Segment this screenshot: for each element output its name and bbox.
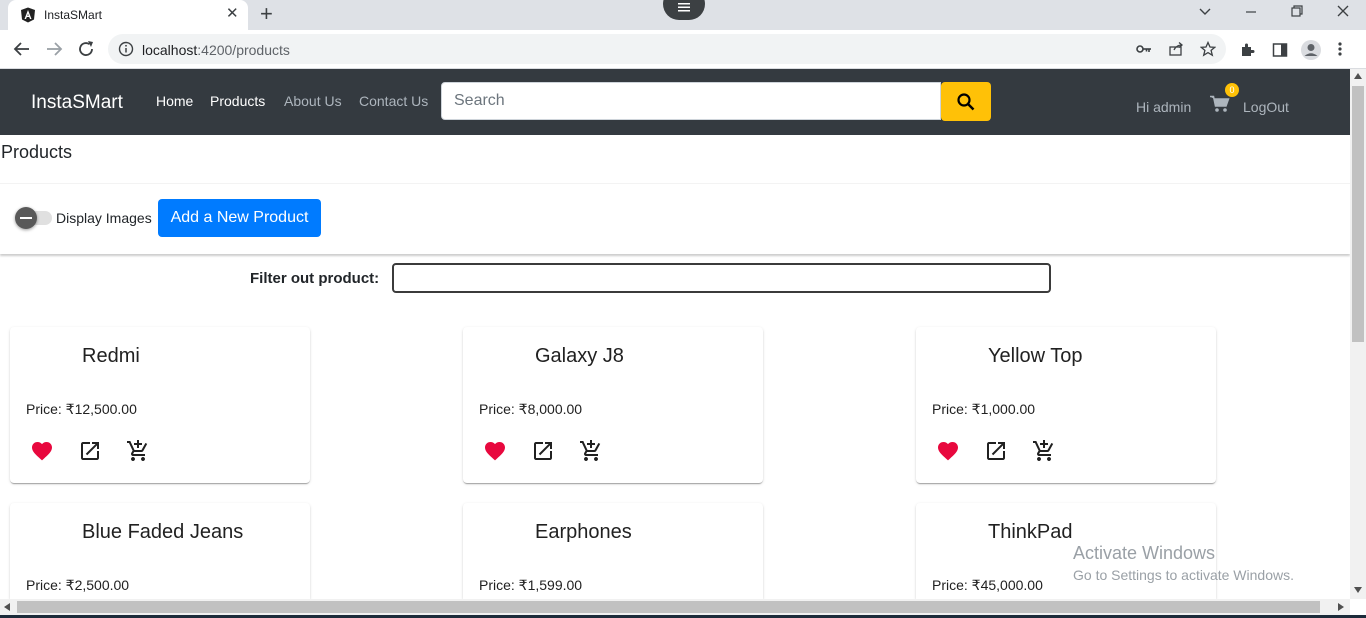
product-card: Galaxy J8 Price: ₹8,000.00 [463, 327, 763, 483]
nav-contact-us[interactable]: Contact Us [359, 93, 428, 109]
address-bar[interactable]: localhost:4200/products [108, 34, 1226, 64]
tab-title: InstaSMart [44, 8, 103, 22]
search-button[interactable] [941, 82, 991, 121]
watermark-title: Activate Windows [1073, 543, 1216, 563]
product-name[interactable]: ThinkPad [988, 521, 1073, 544]
filter-label: Filter out product: [250, 270, 380, 287]
browser-menu-icon[interactable] [1338, 41, 1342, 57]
vertical-scroll-thumb[interactable] [1352, 86, 1364, 342]
logout-link[interactable]: LogOut [1243, 99, 1289, 115]
product-price: Price: ₹1,000.00 [932, 401, 1036, 417]
page-title: Products [1, 142, 73, 162]
product-name[interactable]: Yellow Top [988, 345, 1083, 368]
profile-avatar-icon[interactable] [1300, 39, 1322, 61]
product-card: Blue Faded Jeans Price: ₹2,500.00 [10, 503, 310, 599]
activate-windows-watermark: Activate Windows Go to Settings to activ… [1073, 543, 1294, 583]
side-panel-icon[interactable] [1272, 42, 1288, 58]
product-name[interactable]: Blue Faded Jeans [82, 521, 243, 544]
product-name[interactable]: Redmi [82, 345, 140, 368]
scroll-right-arrow-icon[interactable] [1337, 602, 1345, 612]
product-price: Price: ₹2,500.00 [26, 577, 130, 593]
favorite-heart-icon[interactable] [483, 439, 507, 463]
add-to-cart-icon[interactable] [126, 439, 150, 463]
tab-list-chevron-icon[interactable] [1198, 4, 1212, 21]
site-info-icon[interactable] [118, 41, 134, 57]
product-card: Earphones Price: ₹1,599.00 [463, 503, 763, 599]
close-tab-icon[interactable]: ✕ [226, 6, 239, 22]
cart-icon[interactable] [1210, 95, 1230, 113]
product-card: Redmi Price: ₹12,500.00 [10, 327, 310, 483]
search-input[interactable] [441, 82, 941, 120]
favorite-heart-icon[interactable] [30, 439, 54, 463]
menu-lines-icon [678, 3, 690, 12]
restore-icon[interactable] [1290, 4, 1304, 21]
add-to-cart-icon[interactable] [579, 439, 603, 463]
scroll-down-arrow-icon[interactable] [1353, 586, 1363, 594]
browser-tab-strip: InstaSMart ✕ + [0, 0, 1366, 30]
bookmark-star-icon[interactable] [1200, 41, 1216, 57]
new-tab-icon[interactable]: + [260, 3, 273, 25]
open-in-new-icon[interactable] [78, 439, 102, 463]
key-icon[interactable] [1136, 42, 1152, 56]
close-window-icon[interactable] [1336, 4, 1350, 21]
watermark-subtitle: Go to Settings to activate Windows. [1073, 567, 1294, 583]
open-in-new-icon[interactable] [531, 439, 555, 463]
filter-input[interactable] [392, 263, 1051, 293]
app-navbar: InstaSMart Home Products About Us Contac… [0, 69, 1350, 135]
favorite-heart-icon[interactable] [936, 439, 960, 463]
product-price: Price: ₹12,500.00 [26, 401, 137, 417]
user-greeting: Hi admin [1136, 99, 1192, 115]
product-name[interactable]: Galaxy J8 [535, 345, 624, 368]
cart-count-badge: 0 [1225, 83, 1239, 97]
browser-tab[interactable]: InstaSMart ✕ [8, 0, 248, 30]
nav-about-us[interactable]: About Us [284, 93, 342, 109]
display-images-label: Display Images [56, 210, 152, 226]
scroll-left-arrow-icon[interactable] [3, 602, 11, 612]
nav-home[interactable]: Home [156, 93, 193, 109]
nav-products[interactable]: Products [210, 93, 265, 109]
extensions-icon[interactable] [1240, 42, 1256, 58]
product-price: Price: ₹1,599.00 [479, 577, 583, 593]
product-card: Yellow Top Price: ₹1,000.00 [916, 327, 1216, 483]
browser-toolbar: localhost:4200/products [0, 30, 1366, 69]
angular-icon [21, 7, 35, 23]
product-price: Price: ₹45,000.00 [932, 577, 1043, 593]
minimize-icon[interactable] [1244, 4, 1258, 21]
add-product-button[interactable]: Add a New Product [158, 199, 321, 237]
toggle-thumb[interactable] [15, 207, 37, 229]
product-name[interactable]: Earphones [535, 521, 632, 544]
brand-logo[interactable]: InstaSMart [31, 92, 123, 114]
reload-icon[interactable] [76, 39, 96, 59]
forward-icon[interactable] [44, 39, 64, 59]
open-in-new-icon[interactable] [984, 439, 1008, 463]
back-icon[interactable] [12, 39, 32, 59]
search-icon [957, 92, 975, 110]
url-text: localhost:4200/products [142, 42, 290, 58]
scroll-up-arrow-icon[interactable] [1353, 72, 1363, 80]
share-icon[interactable] [1168, 41, 1184, 57]
product-price: Price: ₹8,000.00 [479, 401, 583, 417]
horizontal-scroll-thumb[interactable] [17, 601, 1320, 613]
add-to-cart-icon[interactable] [1032, 439, 1056, 463]
